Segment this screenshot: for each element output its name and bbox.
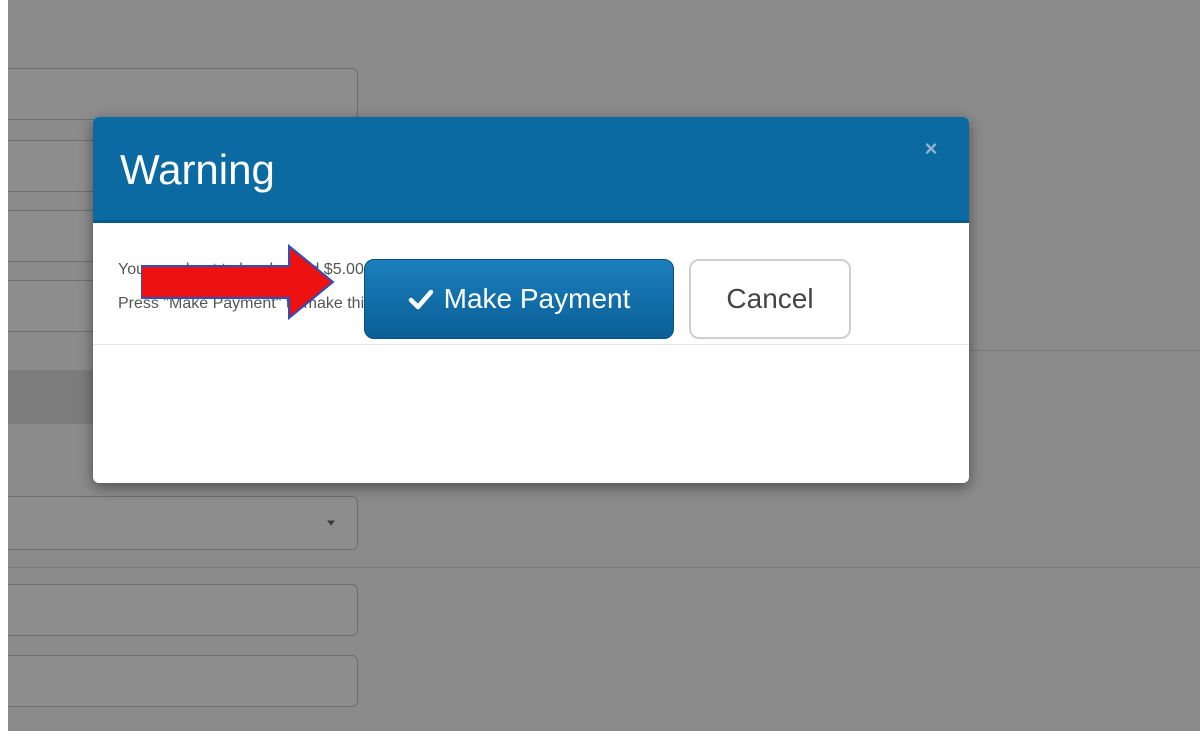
make-payment-button[interactable]: Make Payment [364, 259, 674, 339]
dialog-header: Warning × [93, 117, 969, 223]
background-select-field [8, 496, 358, 550]
caret-down-icon [327, 520, 335, 526]
dialog-title: Warning [120, 146, 275, 193]
background-text-field-5 [8, 584, 358, 636]
cancel-label: Cancel [726, 283, 814, 314]
background-section-bar [8, 370, 98, 424]
window-edge [0, 0, 8, 731]
background-divider [8, 567, 1200, 568]
check-icon [408, 289, 433, 310]
close-icon[interactable]: × [919, 137, 943, 161]
page-background: Warning × You are about to be charged $5… [0, 0, 1200, 731]
make-payment-label: Make Payment [443, 283, 631, 314]
cancel-button[interactable]: Cancel [689, 259, 851, 339]
background-text-field-1 [8, 68, 358, 120]
dialog-footer [93, 345, 969, 483]
red-arrow-icon [141, 244, 335, 320]
background-text-field-6 [8, 655, 358, 707]
background-divider [969, 350, 1200, 351]
